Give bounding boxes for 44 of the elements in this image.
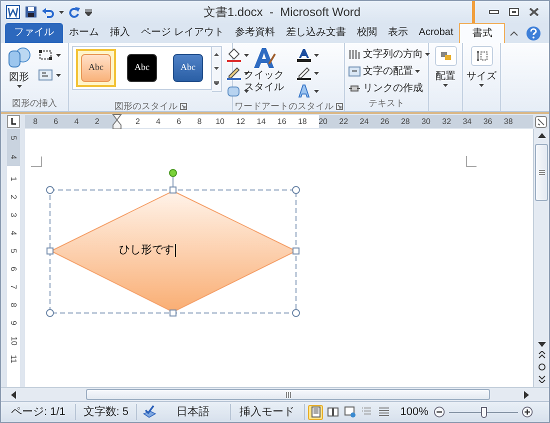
group-label: テキスト [368, 96, 404, 110]
ruler-number: 2 [8, 194, 18, 200]
ruler-number: 12 [235, 116, 246, 128]
ruler-number: 20 [318, 116, 328, 128]
ruler-number: 8 [32, 116, 39, 128]
ruler-number: 8 [8, 302, 18, 308]
window-title: 文書1.docx - Microsoft Word [203, 5, 361, 19]
ruler-number: 34 [462, 116, 473, 128]
ruler-number: 6 [52, 116, 60, 128]
ruler-number: 11 [8, 354, 18, 364]
ruler-number: 7 [8, 284, 18, 290]
ruler-number: 18 [296, 116, 308, 128]
ruler-number: 38 [502, 116, 514, 128]
ruler-number: 6 [176, 116, 182, 128]
ruler-number: 32 [441, 116, 452, 128]
group-label: 図形のスタイル [114, 100, 178, 113]
swatch-label: Abc [180, 61, 196, 74]
swatch-label: Abc [88, 61, 104, 74]
ruler-number: 26 [379, 116, 390, 128]
ruler-number: 4 [73, 116, 80, 128]
ruler-number: 24 [358, 116, 370, 128]
ruler-number: 5 [8, 248, 18, 254]
ruler-number: 14 [256, 116, 267, 128]
ruler-number: 3 [8, 212, 18, 218]
ruler-number: 16 [276, 116, 288, 128]
ruler-number: 1 [8, 176, 18, 182]
ruler-number: 8 [196, 116, 203, 128]
ruler-number: 30 [420, 116, 432, 128]
ruler-number: 4 [8, 154, 18, 159]
ruler-number: 36 [482, 116, 494, 128]
ruler-number: 28 [400, 116, 411, 128]
ruler-number: 10 [214, 116, 226, 128]
ruler-number: 22 [338, 116, 350, 128]
ruler-number: 5 [8, 136, 18, 140]
ruler-number: 4 [155, 116, 162, 128]
ruler-number: 6 [8, 266, 18, 272]
swatch-label: Abc [134, 61, 150, 74]
group-label: ワードアートのスタイル [234, 100, 334, 113]
ruler-number: 4 [8, 230, 18, 236]
ruler-number: 2 [134, 116, 141, 128]
ruler-number: 9 [8, 320, 18, 326]
ruler-number: 2 [94, 116, 100, 128]
ruler-number: 10 [8, 336, 18, 346]
group-label: 図形の挿入 [12, 96, 57, 110]
